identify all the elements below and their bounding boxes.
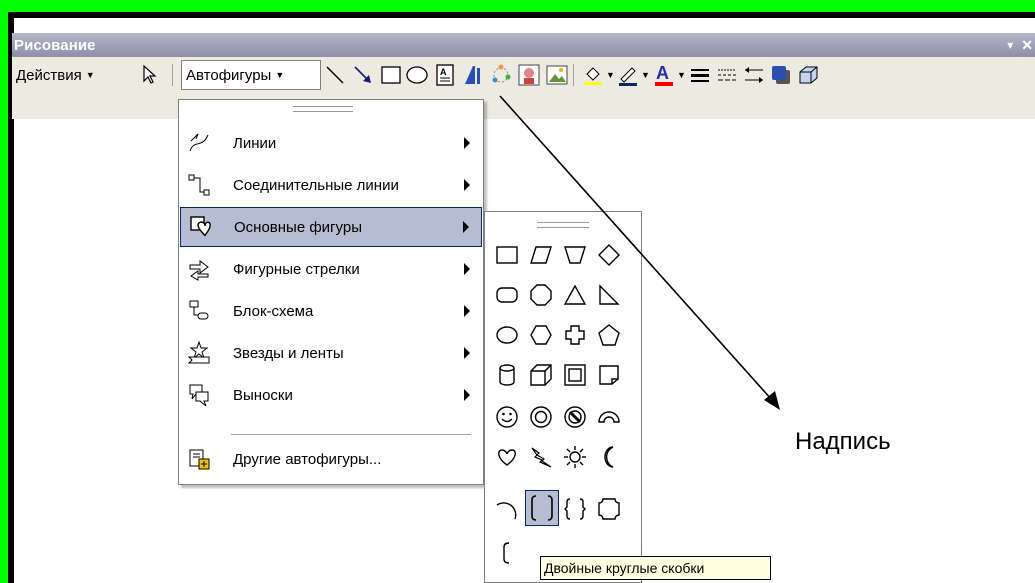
annotation-arrow <box>499 95 780 410</box>
annotation-label: Надпись <box>795 428 891 455</box>
